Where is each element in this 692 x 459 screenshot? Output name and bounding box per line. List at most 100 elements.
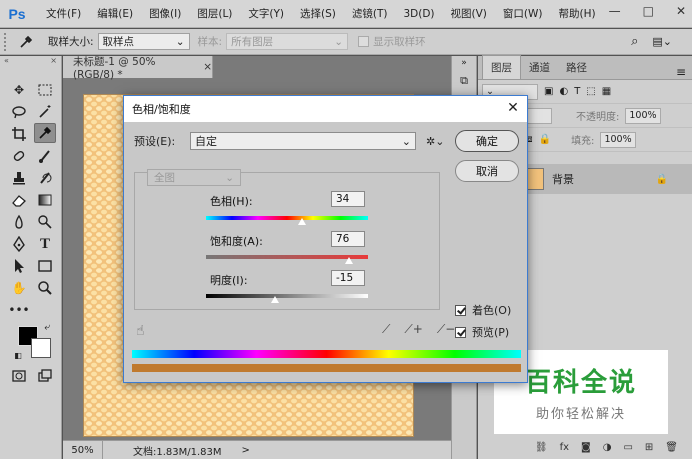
opacity-input[interactable]: 100%	[625, 107, 661, 124]
dialog-title: 色相/饱和度	[132, 103, 191, 116]
type-tool-icon[interactable]: T	[34, 234, 56, 254]
menu-edit[interactable]: 编辑(E)	[89, 6, 141, 21]
menu-image[interactable]: 图像(I)	[141, 6, 189, 21]
menu-layer[interactable]: 图层(L)	[189, 6, 240, 21]
search-icon[interactable]: ⌕	[631, 34, 638, 49]
colorize-label: 着色(O)	[472, 304, 512, 317]
gradient-tool-icon[interactable]	[34, 190, 56, 210]
new-group-icon[interactable]: ▭	[623, 442, 632, 453]
menu-view[interactable]: 视图(V)	[443, 6, 495, 21]
close-panel-icon[interactable]: ×	[50, 56, 57, 68]
collapse-icon[interactable]: «	[4, 56, 9, 68]
eyedropper-minus-icon[interactable]: ⟋−	[437, 322, 455, 337]
menu-help[interactable]: 帮助(H)	[551, 6, 604, 21]
menu-file[interactable]: 文件(F)	[38, 6, 89, 21]
close-icon[interactable]: ✕	[505, 100, 521, 116]
target-adjust-hand-icon[interactable]: ☝	[136, 323, 145, 339]
chevron-down-icon: ⌄	[225, 171, 234, 184]
eyedropper-plus-icon[interactable]: ⟋+	[404, 322, 422, 337]
lock-all-icon[interactable]: 🔒	[539, 134, 551, 145]
hand-tool-icon[interactable]: ✋	[8, 278, 30, 298]
pen-tool-icon[interactable]	[8, 234, 30, 254]
zoom-tool-icon[interactable]	[34, 278, 56, 298]
minimize-button[interactable]: —	[609, 4, 621, 18]
show-ring-checkbox[interactable]	[358, 36, 370, 47]
close-tab-icon[interactable]: ×	[203, 61, 212, 73]
close-window-button[interactable]: ✕	[676, 4, 686, 18]
crop-tool-icon[interactable]	[8, 124, 30, 144]
hue-slider-track[interactable]	[206, 216, 368, 220]
colorize-row[interactable]: 着色(O)	[455, 302, 511, 318]
marquee-tool-icon[interactable]	[34, 80, 56, 100]
more-tools-icon[interactable]: •••	[8, 300, 30, 320]
healing-brush-icon[interactable]	[8, 146, 30, 166]
filter-shape-icon[interactable]: ⬚	[586, 86, 595, 97]
quick-mask-icon[interactable]	[8, 366, 30, 386]
filter-smart-icon[interactable]: ▦	[602, 86, 611, 97]
default-colors-icon[interactable]: ◧	[12, 349, 24, 361]
lasso-tool-icon[interactable]	[8, 102, 30, 122]
eyedropper-icon[interactable]: ⟋	[382, 322, 390, 337]
lightness-slider-track[interactable]	[206, 294, 368, 298]
filter-pixel-icon[interactable]: ▣	[544, 86, 553, 97]
link-layers-icon[interactable]: ⛓	[535, 442, 548, 453]
adjustment-layer-icon[interactable]: ◑	[603, 442, 612, 453]
sample-select[interactable]: 所有图层 ⌄	[226, 33, 349, 50]
magic-wand-icon[interactable]	[34, 102, 56, 122]
hue-slider-thumb[interactable]	[297, 217, 308, 226]
delete-layer-icon[interactable]: 🗑	[665, 442, 678, 453]
rectangle-tool-icon[interactable]	[34, 256, 56, 276]
document-tab[interactable]: 未标题-1 @ 50%(RGB/8) * ×	[63, 56, 213, 81]
history-brush-icon[interactable]	[34, 168, 56, 188]
eyedropper-tool-icon[interactable]	[12, 34, 40, 50]
preview-row[interactable]: 预览(P)	[455, 324, 509, 340]
eraser-tool-icon[interactable]	[8, 190, 30, 210]
tab-channels[interactable]: 通道	[521, 56, 558, 79]
sample-size-select[interactable]: 取样点 ⌄	[97, 33, 190, 50]
new-layer-icon[interactable]: ⊞	[645, 442, 653, 453]
saturation-slider-thumb[interactable]	[343, 256, 354, 265]
path-selection-icon[interactable]	[8, 256, 30, 276]
history-icon[interactable]: ⧉	[457, 74, 471, 88]
clone-stamp-icon[interactable]	[8, 168, 30, 188]
preview-checkbox[interactable]	[455, 326, 466, 338]
layer-style-icon[interactable]: fx	[560, 442, 569, 453]
add-mask-icon[interactable]: ◙	[581, 442, 591, 453]
gear-icon[interactable]: ✲⌄	[426, 135, 444, 148]
workspace-icon[interactable]: ▤⌄	[652, 35, 672, 48]
blur-tool-icon[interactable]	[8, 212, 30, 232]
channel-select[interactable]: 全图 ⌄	[147, 169, 241, 186]
fill-input[interactable]: 100%	[600, 131, 636, 148]
menu-select[interactable]: 选择(S)	[292, 6, 344, 21]
opacity-label: 不透明度:	[576, 112, 620, 123]
filter-type-icon[interactable]: T	[574, 86, 580, 97]
menu-window[interactable]: 窗口(W)	[495, 6, 551, 21]
background-color-swatch[interactable]	[31, 338, 51, 358]
screen-mode-icon[interactable]	[34, 366, 56, 386]
maximize-button[interactable]: □	[643, 4, 654, 18]
tab-paths[interactable]: 路径	[558, 56, 595, 79]
colorize-checkbox[interactable]	[455, 304, 466, 316]
lightness-input[interactable]: -15	[331, 270, 365, 286]
dodge-tool-icon[interactable]	[34, 212, 56, 232]
expand-panels-icon[interactable]: »	[452, 58, 476, 68]
saturation-input[interactable]: 76	[331, 231, 365, 247]
swap-colors-icon[interactable]: ⤶	[40, 320, 54, 334]
ok-button[interactable]: 确定	[455, 130, 519, 152]
tab-layers[interactable]: 图层	[482, 55, 521, 79]
menu-type[interactable]: 文字(Y)	[240, 6, 292, 21]
lightness-slider-thumb[interactable]	[269, 295, 280, 304]
hue-input[interactable]: 34	[331, 191, 365, 207]
preset-select[interactable]: 自定 ⌄	[190, 132, 416, 150]
filter-adjust-icon[interactable]: ◐	[559, 86, 568, 97]
move-tool-icon[interactable]: ✥	[8, 80, 30, 100]
brush-tool-icon[interactable]	[34, 146, 56, 166]
menu-filter[interactable]: 滤镜(T)	[344, 6, 396, 21]
status-menu-arrow[interactable]: >	[242, 445, 250, 456]
cancel-button[interactable]: 取消	[455, 160, 519, 182]
chevron-down-icon: ⌄	[175, 35, 185, 48]
eyedropper-tool-icon[interactable]	[34, 123, 56, 143]
zoom-level[interactable]: 50%	[63, 441, 103, 459]
panel-menu-icon[interactable]: ≡	[676, 65, 686, 79]
menu-3d[interactable]: 3D(D)	[395, 8, 442, 20]
